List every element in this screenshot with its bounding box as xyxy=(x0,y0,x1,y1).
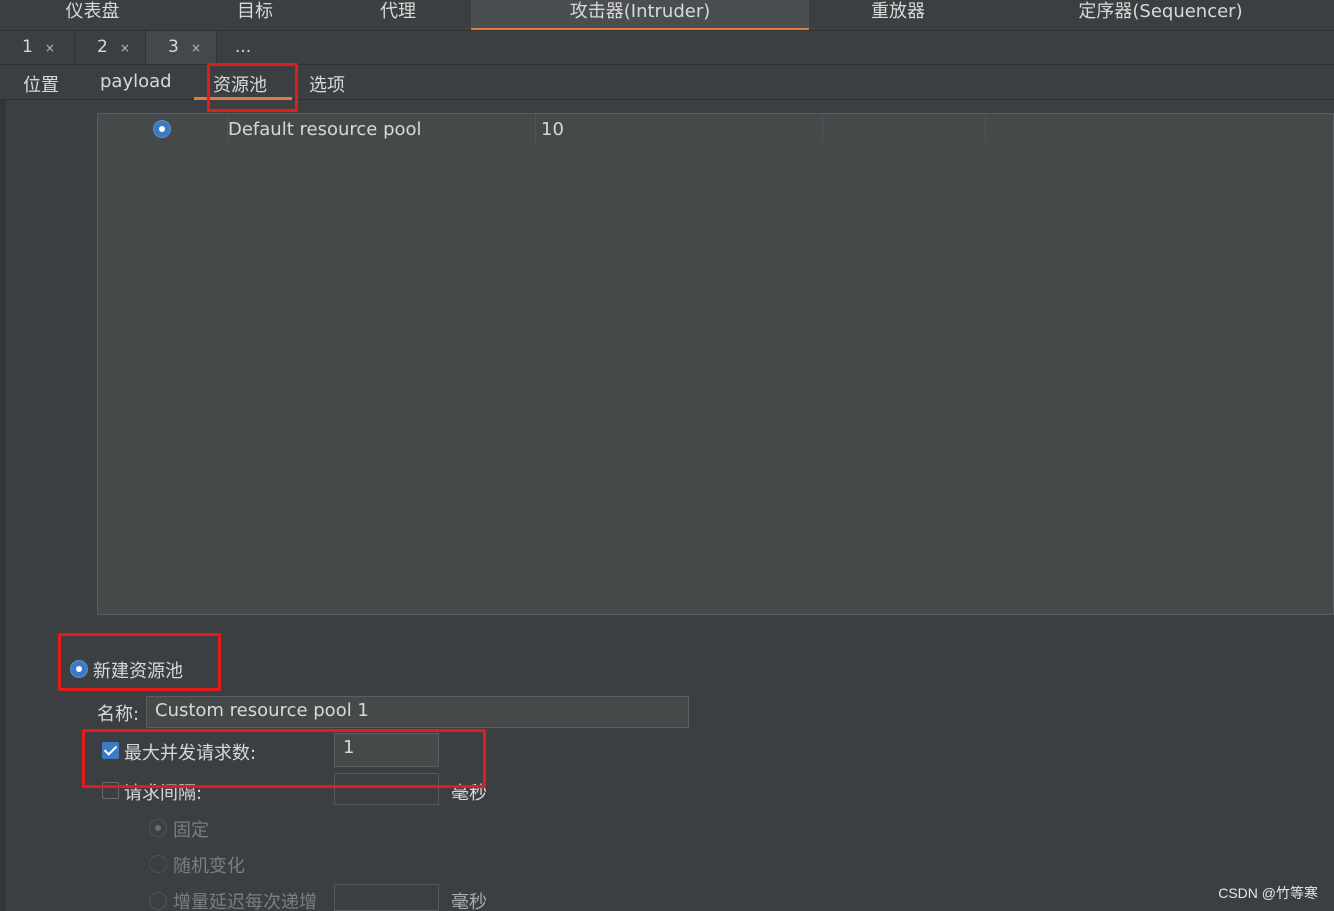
pool-name-cell: Default resource pool xyxy=(228,119,422,140)
delay-fixed-label: 固定 xyxy=(173,820,209,841)
attack-tab-label: 1 xyxy=(22,37,33,57)
pool-name-input[interactable]: Custom resource pool 1 xyxy=(146,696,689,728)
attack-tab-1[interactable]: 1 × xyxy=(0,31,75,65)
attack-tab-3[interactable]: 3 × xyxy=(146,31,217,65)
attack-tab-label: 2 xyxy=(97,37,108,57)
attack-tab-bar: 1 × 2 × 3 × ... xyxy=(0,30,1334,65)
delay-increment-radio[interactable] xyxy=(149,892,167,910)
highlight-box-new-pool xyxy=(58,633,221,691)
tab-target[interactable]: 目标 xyxy=(185,0,325,30)
close-icon[interactable]: × xyxy=(120,41,130,55)
intruder-sub-tab-bar: 位置 payload 资源池 选项 xyxy=(0,64,1334,100)
subtab-positions[interactable]: 位置 xyxy=(23,71,59,97)
watermark: CSDN @竹等寒 xyxy=(1218,885,1318,901)
delay-increment-label: 增量延迟每次递增 xyxy=(173,892,317,911)
delay-increment-unit: 毫秒 xyxy=(451,892,487,911)
attack-tab-label: ... xyxy=(235,37,252,57)
pool-max-concurrent-cell: 10 xyxy=(541,119,564,140)
attack-tab-label: 3 xyxy=(168,37,179,57)
tab-proxy[interactable]: 代理 xyxy=(325,0,471,30)
delay-random-label: 随机变化 xyxy=(173,856,245,877)
delay-fixed-radio[interactable] xyxy=(149,819,167,837)
attack-tab-2[interactable]: 2 × xyxy=(75,31,146,65)
highlight-box-resource-pool-tab xyxy=(207,63,298,112)
resource-pool-table: Default resource pool 10 xyxy=(97,113,1334,615)
highlight-box-concurrency xyxy=(82,729,486,788)
tab-dashboard[interactable]: 仪表盘 xyxy=(0,0,185,30)
main-tab-bar: 仪表盘 目标 代理 攻击器(Intruder) 重放器 定序器(Sequence… xyxy=(0,0,1334,30)
tab-repeater[interactable]: 重放器 xyxy=(809,0,987,30)
tab-sequencer[interactable]: 定序器(Sequencer) xyxy=(987,0,1334,30)
left-gutter xyxy=(0,100,6,911)
attack-tab-more[interactable]: ... xyxy=(217,31,277,65)
subtab-options[interactable]: 选项 xyxy=(309,71,345,97)
pool-select-radio[interactable] xyxy=(153,120,171,138)
table-row[interactable]: Default resource pool 10 xyxy=(98,114,1333,142)
subtab-payload[interactable]: payload xyxy=(100,71,172,92)
close-icon[interactable]: × xyxy=(45,41,55,55)
tab-intruder[interactable]: 攻击器(Intruder) xyxy=(471,0,809,30)
pool-name-label: 名称: xyxy=(97,704,140,725)
delay-random-radio[interactable] xyxy=(149,855,167,873)
close-icon[interactable]: × xyxy=(191,41,201,55)
delay-increment-input[interactable] xyxy=(334,884,439,911)
